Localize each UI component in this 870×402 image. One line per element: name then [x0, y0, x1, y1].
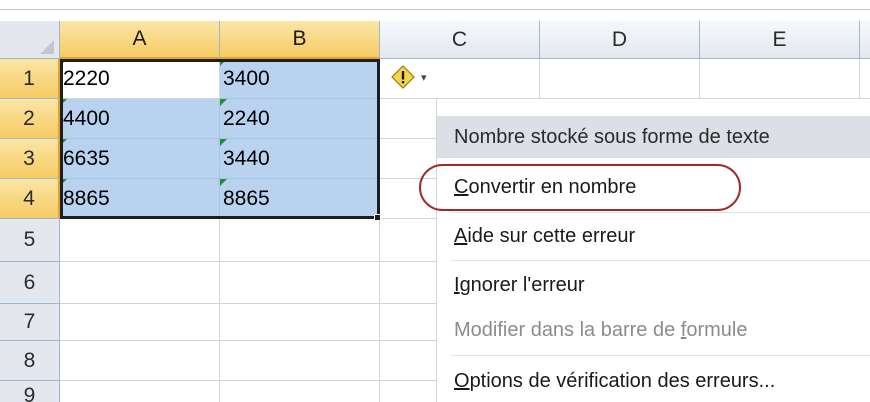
cell-b7[interactable]	[220, 304, 380, 341]
cell-a5[interactable]	[60, 219, 220, 262]
error-indicator-icon	[60, 99, 67, 106]
cell-c5[interactable]	[380, 219, 437, 262]
cell-value: 8865	[223, 186, 270, 210]
row-header-2[interactable]: 2	[0, 99, 60, 139]
menu-item-error-checking-options[interactable]: Options de vérification des erreurs...	[437, 360, 870, 402]
menu-header-error-type: Nombre stocké sous forme de texte	[437, 116, 870, 158]
cell-b9[interactable]	[220, 381, 380, 402]
error-indicator-icon	[220, 59, 227, 66]
cell-value: 6635	[63, 146, 110, 170]
cell-d1[interactable]	[540, 59, 700, 99]
menu-item-label: Modifier dans la barre de formule	[454, 318, 748, 341]
cell-a1[interactable]: 2220	[60, 59, 220, 99]
cell-b8[interactable]	[220, 341, 380, 381]
fill-handle[interactable]	[374, 214, 381, 221]
cell-c8[interactable]	[380, 341, 437, 381]
select-all-corner[interactable]	[0, 21, 60, 59]
error-indicator-icon	[220, 179, 227, 186]
column-header-c[interactable]: C	[380, 21, 540, 59]
cell-a8[interactable]	[60, 341, 220, 381]
cell-a7[interactable]	[60, 304, 220, 341]
menu-item-label: Options de vérification des erreurs...	[454, 369, 776, 392]
menu-separator	[451, 212, 870, 213]
cell-b2[interactable]: 2240	[220, 99, 380, 139]
error-indicator-icon	[60, 59, 67, 66]
cell-a9[interactable]	[60, 381, 220, 402]
column-header-e[interactable]: E	[700, 21, 860, 59]
row-header-5[interactable]: 5	[0, 219, 60, 262]
cell-c4[interactable]	[380, 179, 437, 219]
cell-a4[interactable]: 8865	[60, 179, 220, 219]
menu-item-help-on-error[interactable]: Aide sur cette erreur	[437, 215, 870, 257]
menu-item-edit-in-formula-bar: Modifier dans la barre de formule	[437, 309, 870, 351]
error-indicator-icon	[60, 139, 67, 146]
error-indicator-icon	[220, 99, 227, 106]
cell-value: 3400	[223, 66, 270, 90]
row-header-3[interactable]: 3	[0, 139, 60, 179]
row-header-7[interactable]: 7	[0, 304, 60, 341]
menu-item-label: Aide sur cette erreur	[454, 224, 636, 247]
cell-value: 2240	[223, 106, 270, 130]
menu-item-ignore-error[interactable]: Ignorer l'erreur	[437, 264, 870, 306]
row-header-9[interactable]: 9	[0, 381, 60, 402]
cell-value: 4400	[63, 106, 110, 130]
cell-c2[interactable]	[380, 99, 437, 139]
cell-value: 3440	[223, 146, 270, 170]
error-indicator-icon	[60, 179, 67, 186]
menu-item-convert-to-number[interactable]: Convertir en nombre	[437, 166, 870, 208]
cell-c7[interactable]	[380, 304, 437, 341]
error-indicator-icon	[220, 139, 227, 146]
column-header-a[interactable]: A	[60, 21, 220, 59]
menu-separator	[451, 260, 870, 261]
row-header-8[interactable]: 8	[0, 341, 60, 381]
select-all-triangle-icon	[40, 40, 54, 54]
row-header-6[interactable]: 6	[0, 262, 60, 304]
cell-b4[interactable]: 8865	[220, 179, 380, 219]
cell-a6[interactable]	[60, 262, 220, 304]
column-header-d[interactable]: D	[540, 21, 700, 59]
error-options-button[interactable]: ▾	[388, 62, 444, 92]
warning-diamond-icon	[389, 63, 417, 91]
cell-a3[interactable]: 6635	[60, 139, 220, 179]
cell-b3[interactable]: 3440	[220, 139, 380, 179]
cell-value: 8865	[63, 186, 110, 210]
cell-b1[interactable]: 3400	[220, 59, 380, 99]
cell-c3[interactable]	[380, 139, 437, 179]
row-header-1[interactable]: 1	[0, 59, 60, 99]
column-header-f[interactable]	[860, 21, 870, 59]
error-context-menu: Nombre stocké sous forme de texte Conver…	[437, 112, 870, 402]
cell-a2[interactable]: 4400	[60, 99, 220, 139]
cell-c9[interactable]	[380, 381, 437, 402]
row-header-4[interactable]: 4	[0, 179, 60, 219]
cell-value: 2220	[63, 66, 110, 90]
cell-f1[interactable]	[860, 59, 870, 99]
menu-item-label: Convertir en nombre	[454, 175, 637, 198]
column-header-b[interactable]: B	[220, 21, 380, 59]
ribbon-bottom-edge	[0, 0, 870, 10]
menu-separator	[451, 355, 870, 356]
cell-b5[interactable]	[220, 219, 380, 262]
cell-c6[interactable]	[380, 262, 437, 304]
chevron-down-icon: ▾	[421, 71, 427, 84]
cell-b6[interactable]	[220, 262, 380, 304]
menu-item-label: Ignorer l'erreur	[454, 273, 585, 296]
cell-e1[interactable]	[700, 59, 860, 99]
